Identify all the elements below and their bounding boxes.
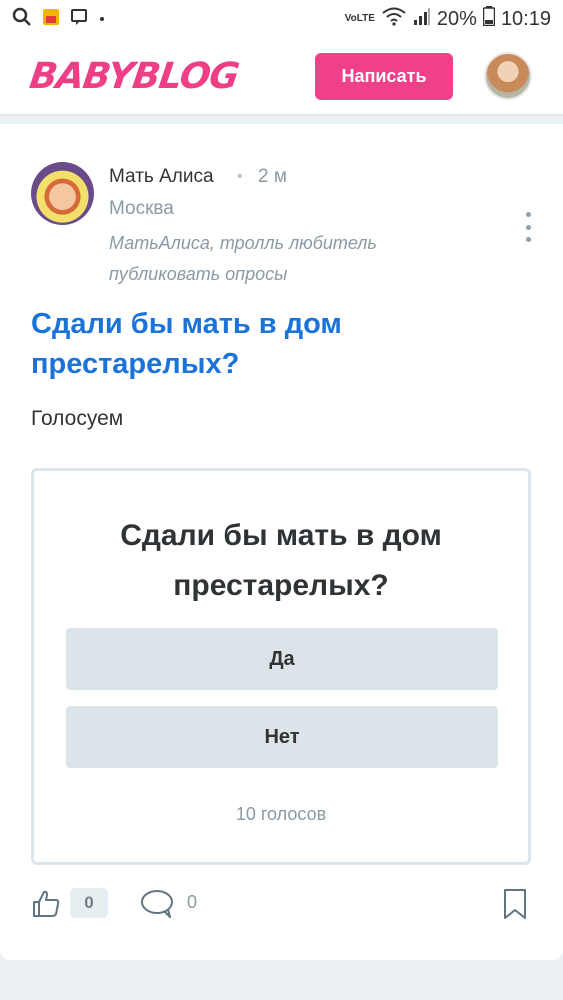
like-count: 0 — [70, 888, 108, 918]
author-avatar[interactable] — [31, 162, 94, 225]
search-icon — [12, 7, 32, 32]
clock: 10:19 — [500, 7, 551, 30]
like-icon[interactable] — [31, 889, 61, 919]
poll-vote-count: 10 голосов — [235, 804, 327, 824]
message-icon — [70, 8, 88, 31]
wifi-icon — [381, 6, 407, 32]
author-bio: МатьАлиса, тролль любитель публиковать о… — [109, 233, 377, 284]
status-bar: VoLTE 20% 10:19 — [0, 0, 563, 38]
poll-option-no[interactable]: Нет — [66, 706, 498, 768]
app-header: BABYBLOG Написать — [0, 38, 563, 116]
post-card: Мать Алиса • 2 м Москва МатьАлиса, тролл… — [0, 124, 563, 960]
comment-count: 0 — [187, 892, 198, 912]
app-notification-icon — [42, 8, 60, 31]
post-time: 2 м — [258, 166, 287, 187]
bookmark-icon[interactable] — [501, 888, 529, 920]
author-city: Москва — [109, 198, 174, 219]
signal-icon — [413, 6, 431, 32]
dot-icon — [98, 10, 106, 28]
user-avatar[interactable] — [484, 52, 532, 100]
battery-percent: 20% — [436, 7, 477, 30]
poll-question: Сдали бы мать в дом престарелых? — [120, 519, 442, 602]
more-options-icon[interactable] — [520, 212, 536, 242]
poll: Сдали бы мать в дом престарелых? Да Нет … — [31, 468, 531, 865]
separator-dot: • — [237, 168, 243, 185]
comment-icon[interactable] — [140, 889, 174, 919]
post-text: Голосуем — [31, 407, 124, 430]
post-title[interactable]: Сдали бы мать в дом престарелых? — [31, 304, 511, 384]
poll-option-yes[interactable]: Да — [66, 628, 498, 690]
author-name[interactable]: Мать Алиса — [109, 166, 214, 188]
babyblog-logo[interactable]: BABYBLOG — [27, 56, 241, 97]
write-button[interactable]: Написать — [315, 53, 453, 100]
battery-icon — [482, 6, 496, 32]
volte-icon: VoLTE — [344, 13, 375, 24]
